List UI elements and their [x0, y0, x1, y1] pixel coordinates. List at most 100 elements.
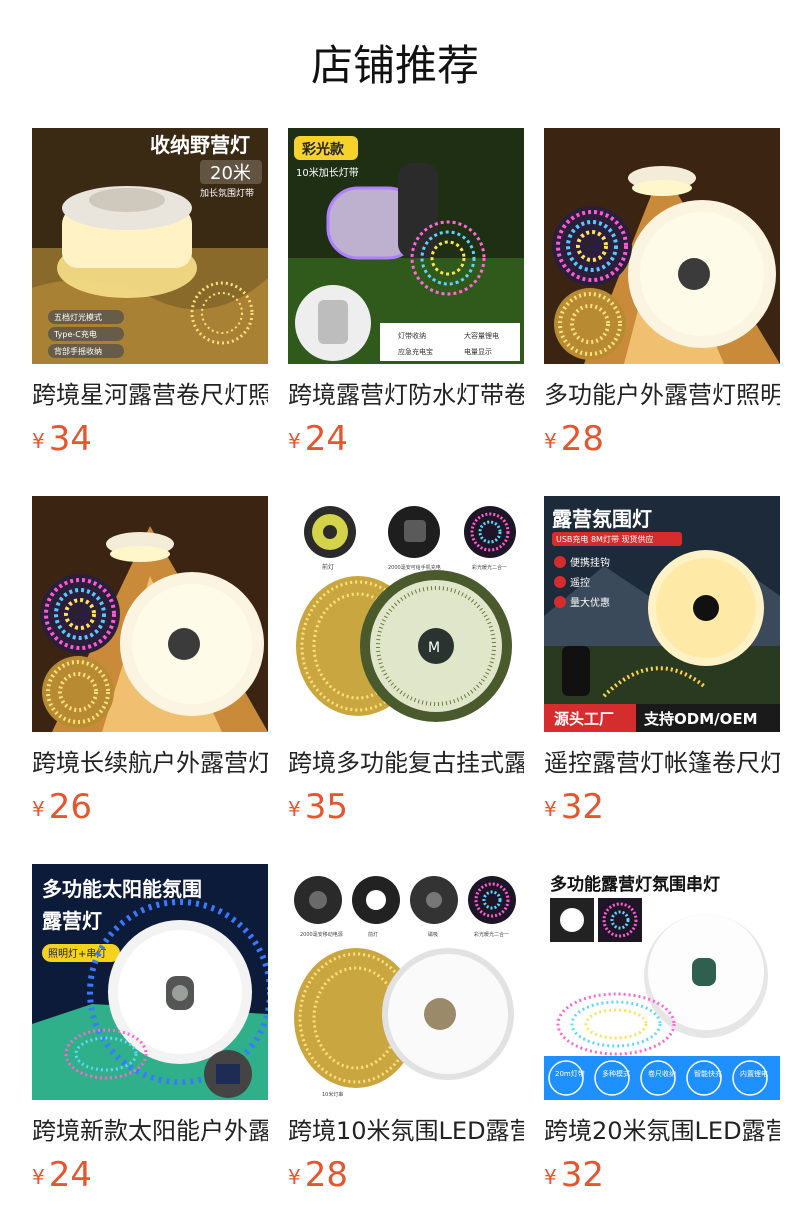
product-photo [544, 128, 780, 364]
currency-symbol: ¥ [544, 429, 557, 453]
product-image[interactable] [32, 496, 268, 732]
product-card[interactable]: 彩光款 10米加长灯带 灯带收纳 大容量锂电 应急充电宝 电量显示 跨境露营灯防… [288, 128, 524, 496]
currency-symbol: ¥ [32, 797, 45, 821]
image-text: 收纳野营灯 [150, 133, 250, 157]
price-value: 35 [304, 787, 348, 827]
image-text: 彩光暖光二合一 [474, 931, 509, 938]
image-text: 20m灯带 [555, 1069, 585, 1078]
product-image[interactable]: 彩光款 10米加长灯带 灯带收纳 大容量锂电 应急充电宝 电量显示 [288, 128, 524, 364]
product-price: ¥28 [544, 419, 780, 459]
currency-symbol: ¥ [288, 429, 301, 453]
price-value: 26 [48, 787, 92, 827]
product-name[interactable]: 跨境露营灯防水灯带卷尺 [288, 379, 524, 411]
image-text: 磁吸 [428, 931, 438, 938]
product-photo [32, 496, 268, 732]
product-card[interactable]: 前灯 2000毫安可给手机充电 彩光暖光二合一 M 跨境多功能复古挂式露营灯 ¥… [288, 496, 524, 864]
product-card[interactable]: 露营氛围灯 USB充电 8M灯带 现货供应 便携挂钩 遥控 量大优惠 源头工厂 … [544, 496, 780, 864]
image-text: 智能快充 [694, 1069, 722, 1078]
price-value: 24 [48, 1155, 92, 1195]
product-name[interactable]: 跨境10米氛围LED露营灯 [288, 1115, 524, 1147]
product-price: ¥28 [288, 1155, 524, 1195]
product-image[interactable]: 2000毫安移动电源 前灯 磁吸 彩光暖光二合一 10米灯串 [288, 864, 524, 1100]
image-text: 内置锂电 [740, 1069, 768, 1078]
image-text: 10米加长灯带 [296, 166, 359, 179]
product-card[interactable]: 2000毫安移动电源 前灯 磁吸 彩光暖光二合一 10米灯串 跨境10米氛围LE… [288, 864, 524, 1232]
product-photo: 2000毫安移动电源 前灯 磁吸 彩光暖光二合一 10米灯串 [288, 864, 524, 1100]
product-photo: 彩光款 10米加长灯带 灯带收纳 大容量锂电 应急充电宝 电量显示 [288, 128, 524, 364]
product-photo: 多功能露营灯氛围串灯 20m灯带 多种模式 卷尺收纳 智能快充 内置锂电 [544, 864, 780, 1100]
image-text: 彩光款 [301, 141, 345, 158]
product-photo: 多功能太阳能氛围 露营灯 照明灯+串灯 [32, 864, 268, 1100]
image-text: 源头工厂 [554, 710, 614, 728]
product-image[interactable]: 多功能太阳能氛围 露营灯 照明灯+串灯 [32, 864, 268, 1100]
product-name[interactable]: 遥控露营灯帐篷卷尺灯 [544, 747, 780, 779]
product-image[interactable]: 多功能露营灯氛围串灯 20m灯带 多种模式 卷尺收纳 智能快充 内置锂电 [544, 864, 780, 1100]
image-text: 电量显示 [464, 347, 492, 356]
product-price: ¥24 [288, 419, 524, 459]
product-photo: 收纳野营灯 20米 加长氛围灯带 五档灯光模式 Type-C充电 背部手摇收纳 [32, 128, 268, 364]
price-value: 34 [48, 419, 92, 459]
price-value: 32 [560, 1155, 604, 1195]
product-card[interactable]: 跨境长续航户外露营灯 ¥26 [32, 496, 268, 864]
image-text: 2000毫安可给手机充电 [388, 564, 441, 571]
product-image[interactable] [544, 128, 780, 364]
product-photo: 露营氛围灯 USB充电 8M灯带 现货供应 便携挂钩 遥控 量大优惠 源头工厂 … [544, 496, 780, 732]
image-text: 加长氛围灯带 [200, 187, 254, 199]
product-name[interactable]: 跨境新款太阳能户外露营灯 [32, 1115, 268, 1147]
image-text: 五档灯光模式 [54, 312, 102, 322]
product-name[interactable]: 跨境长续航户外露营灯 [32, 747, 268, 779]
product-price: ¥32 [544, 1155, 780, 1195]
image-text: 便携挂钩 [570, 556, 610, 569]
image-text: 遥控 [570, 576, 590, 589]
price-value: 28 [560, 419, 604, 459]
image-text: 2000毫安移动电源 [300, 931, 343, 938]
image-text: 前灯 [368, 931, 378, 938]
product-name[interactable]: 多功能户外露营灯照明 [544, 379, 780, 411]
image-text: 大容量锂电 [464, 331, 499, 340]
image-text: 10米灯串 [322, 1091, 343, 1098]
product-price: ¥34 [32, 419, 268, 459]
product-card[interactable]: 多功能户外露营灯照明 ¥28 [544, 128, 780, 496]
image-text: 灯带收纳 [398, 331, 426, 340]
image-text: 20米 [210, 163, 251, 184]
product-image[interactable]: 前灯 2000毫安可给手机充电 彩光暖光二合一 M [288, 496, 524, 732]
image-text: 多功能太阳能氛围 [42, 877, 202, 901]
image-text: 应急充电宝 [398, 347, 433, 356]
logo-icon: M [428, 640, 440, 656]
product-image[interactable]: 露营氛围灯 USB充电 8M灯带 现货供应 便携挂钩 遥控 量大优惠 源头工厂 … [544, 496, 780, 732]
currency-symbol: ¥ [32, 1165, 45, 1189]
product-photo: 前灯 2000毫安可给手机充电 彩光暖光二合一 M [288, 496, 524, 732]
price-value: 32 [560, 787, 604, 827]
price-value: 24 [304, 419, 348, 459]
image-text: 多功能露营灯氛围串灯 [550, 874, 720, 895]
product-image[interactable]: 收纳野营灯 20米 加长氛围灯带 五档灯光模式 Type-C充电 背部手摇收纳 [32, 128, 268, 364]
image-text: 露营灯 [42, 909, 102, 933]
product-price: ¥35 [288, 787, 524, 827]
currency-symbol: ¥ [288, 797, 301, 821]
product-name[interactable]: 跨境20米氛围LED露营灯 [544, 1115, 780, 1147]
price-value: 28 [304, 1155, 348, 1195]
image-text: 量大优惠 [570, 596, 610, 609]
image-text: 前灯 [322, 563, 334, 571]
product-price: ¥32 [544, 787, 780, 827]
image-text: 多种模式 [602, 1069, 630, 1078]
product-card[interactable]: 多功能太阳能氛围 露营灯 照明灯+串灯 跨境新款太阳能户外露营灯 ¥24 [32, 864, 268, 1232]
product-card[interactable]: 多功能露营灯氛围串灯 20m灯带 多种模式 卷尺收纳 智能快充 内置锂电 跨境2… [544, 864, 780, 1232]
image-text: 支持ODM/OEM [643, 710, 758, 728]
image-text: 卷尺收纳 [648, 1069, 676, 1078]
product-grid: 收纳野营灯 20米 加长氛围灯带 五档灯光模式 Type-C充电 背部手摇收纳 … [32, 128, 780, 1232]
image-text: 露营氛围灯 [552, 507, 652, 531]
product-name[interactable]: 跨境多功能复古挂式露营灯 [288, 747, 524, 779]
image-text: 彩光暖光二合一 [472, 564, 507, 571]
currency-symbol: ¥ [288, 1165, 301, 1189]
image-text: USB充电 8M灯带 现货供应 [556, 534, 654, 544]
currency-symbol: ¥ [544, 797, 557, 821]
section-title: 店铺推荐 [310, 41, 479, 90]
product-name[interactable]: 跨境星河露营卷尺灯照明 [32, 379, 268, 411]
product-card[interactable]: 收纳野营灯 20米 加长氛围灯带 五档灯光模式 Type-C充电 背部手摇收纳 … [32, 128, 268, 496]
currency-symbol: ¥ [32, 429, 45, 453]
product-price: ¥26 [32, 787, 268, 827]
image-text: Type-C充电 [53, 329, 97, 339]
currency-symbol: ¥ [544, 1165, 557, 1189]
product-price: ¥24 [32, 1155, 268, 1195]
